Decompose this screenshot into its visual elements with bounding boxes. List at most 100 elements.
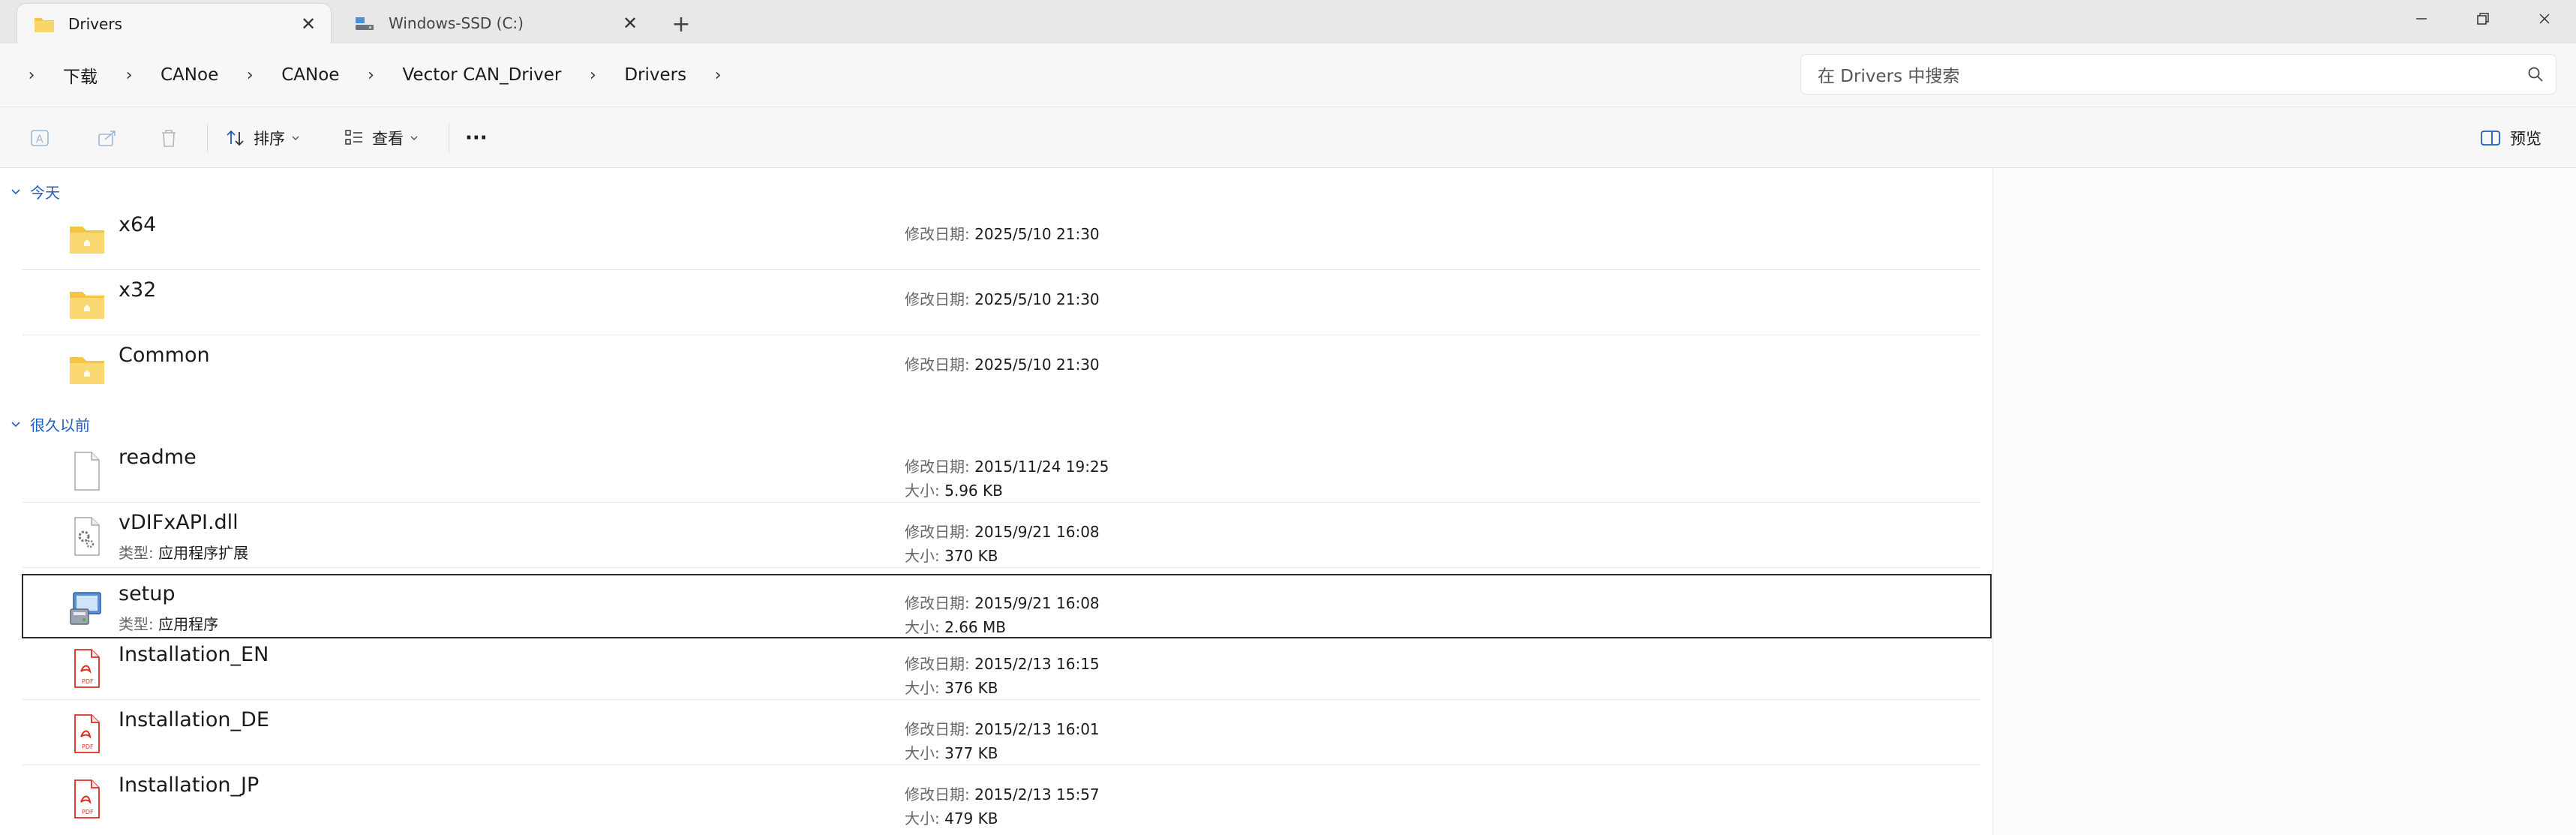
tab-label: Drivers	[68, 14, 122, 33]
chevron-right-icon[interactable]: ›	[108, 66, 150, 85]
modified-date: 修改日期: 2015/9/21 16:08	[905, 523, 1100, 541]
restore-button[interactable]	[2453, 0, 2513, 38]
tab-label: Windows-SSD (C:)	[389, 14, 524, 32]
folder-icon	[68, 283, 107, 325]
sort-button[interactable]: 排序	[225, 121, 300, 155]
more-options-button[interactable]: ···	[465, 121, 488, 155]
file-size: 大小: 370 KB	[905, 547, 998, 565]
view-list-icon	[344, 128, 365, 149]
modified-date: 修改日期: 2025/5/10 21:30	[905, 225, 1100, 243]
breadcrumb-item[interactable]: Vector CAN_Driver	[392, 65, 572, 85]
close-tab-icon[interactable]: ✕	[615, 8, 645, 38]
delete-button[interactable]	[158, 121, 180, 155]
chevron-right-icon[interactable]: ›	[11, 66, 53, 85]
chevron-down-icon	[11, 186, 27, 197]
modified-date: 修改日期: 2015/2/13 15:57	[905, 785, 1100, 803]
file-name: x32	[119, 278, 157, 302]
folder-icon	[68, 348, 107, 390]
search-icon[interactable]	[2515, 66, 2556, 83]
close-window-button[interactable]	[2514, 0, 2574, 38]
list-item-file[interactable]: PDF Installation_DE 修改日期: 2015/2/13 16:0…	[23, 701, 1980, 765]
folder-icon	[34, 15, 55, 33]
list-item-file[interactable]: PDF Installation_JP 修改日期: 2015/2/13 15:5…	[23, 766, 1980, 830]
list-item-folder[interactable]: x64 修改日期: 2025/5/10 21:30	[23, 206, 1980, 270]
breadcrumb-item[interactable]: 下载	[53, 62, 108, 88]
tab-drivers[interactable]: Drivers ✕	[17, 3, 332, 44]
text-file-icon	[68, 450, 107, 492]
group-header-long-ago[interactable]: 很久以前	[11, 411, 90, 437]
file-size: 大小: 5.96 KB	[905, 482, 1003, 500]
drive-icon	[354, 14, 375, 32]
chevron-down-icon	[291, 134, 300, 143]
chevron-down-icon	[11, 419, 27, 429]
list-item-folder[interactable]: Common 修改日期: 2025/5/10 21:30	[23, 336, 1980, 401]
preview-button[interactable]: 预览	[2480, 121, 2541, 155]
file-size: 大小: 479 KB	[905, 809, 998, 827]
file-type: 类型: 应用程序	[119, 615, 219, 633]
file-name: Installation_JP	[119, 773, 260, 797]
list-item-file[interactable]: PDF Installation_EN 修改日期: 2015/2/13 16:1…	[23, 635, 1980, 700]
file-name: vDIFxAPI.dll	[119, 511, 239, 534]
pdf-file-icon: PDF	[68, 778, 107, 820]
chevron-right-icon[interactable]: ›	[350, 66, 392, 85]
minimize-button[interactable]	[2391, 0, 2451, 38]
breadcrumb-item[interactable]: CANoe	[150, 65, 229, 85]
share-icon	[96, 127, 119, 149]
folder-icon	[68, 218, 107, 260]
svg-text:PDF: PDF	[82, 743, 94, 750]
file-list: 今天 x64 修改日期: 2025/5/10 21:30 x32 修改日期: 2…	[0, 168, 1992, 835]
rename-icon: A	[29, 127, 51, 149]
modified-date: 修改日期: 2015/2/13 16:15	[905, 655, 1100, 673]
title-bar: Drivers ✕ Windows-SSD (C:) ✕ +	[0, 0, 2576, 44]
modified-date: 修改日期: 2025/5/10 21:30	[905, 290, 1100, 308]
chevron-down-icon	[410, 134, 419, 143]
sort-icon	[225, 128, 246, 149]
tab-windows-ssd[interactable]: Windows-SSD (C:) ✕	[338, 3, 653, 44]
chevron-right-icon[interactable]: ›	[229, 66, 271, 85]
address-row: › 下载 › CANoe › CANoe › Vector CAN_Driver…	[0, 44, 2576, 107]
command-bar: A 排序 查看 ··· 预览	[0, 107, 2576, 168]
breadcrumb[interactable]: › 下载 › CANoe › CANoe › Vector CAN_Driver…	[11, 54, 1788, 96]
view-button[interactable]: 查看	[344, 121, 419, 155]
search-box[interactable]: 在 Drivers 中搜索	[1800, 54, 2556, 95]
trash-icon	[158, 127, 180, 149]
chevron-right-icon[interactable]: ›	[572, 66, 614, 85]
breadcrumb-item[interactable]: CANoe	[271, 65, 350, 85]
new-tab-button[interactable]: +	[663, 8, 699, 41]
view-label: 查看	[372, 130, 404, 148]
group-header-today[interactable]: 今天	[11, 179, 60, 204]
file-name: Installation_EN	[119, 643, 269, 666]
file-size: 大小: 2.66 MB	[905, 618, 1006, 636]
modified-date: 修改日期: 2015/11/24 19:25	[905, 458, 1109, 476]
list-item-folder[interactable]: x32 修改日期: 2025/5/10 21:30	[23, 271, 1980, 335]
group-title: 今天	[30, 183, 60, 202]
file-name: readme	[119, 446, 197, 469]
chevron-right-icon[interactable]: ›	[697, 66, 739, 85]
list-item-file[interactable]: vDIFxAPI.dll 类型: 应用程序扩展 修改日期: 2015/9/21 …	[23, 503, 1980, 568]
share-button[interactable]	[96, 121, 119, 155]
rename-button[interactable]: A	[29, 121, 51, 155]
pdf-file-icon: PDF	[68, 647, 107, 689]
search-input[interactable]: 在 Drivers 中搜索	[1801, 62, 2515, 87]
svg-text:PDF: PDF	[82, 678, 94, 685]
group-title: 很久以前	[30, 416, 90, 434]
preview-pane-icon	[2480, 129, 2501, 147]
file-name: x64	[119, 213, 157, 236]
pdf-file-icon: PDF	[68, 713, 107, 755]
breadcrumb-item[interactable]: Drivers	[614, 65, 697, 85]
list-item-file[interactable]: readme 修改日期: 2015/11/24 19:25 大小: 5.96 K…	[23, 438, 1980, 503]
list-item-file-selected[interactable]: setup 类型: 应用程序 修改日期: 2015/9/21 16:08 大小:…	[22, 574, 1992, 638]
file-size: 大小: 377 KB	[905, 744, 998, 762]
svg-text:A: A	[36, 134, 44, 146]
modified-date: 修改日期: 2015/2/13 16:01	[905, 720, 1100, 738]
modified-date: 修改日期: 2025/5/10 21:30	[905, 356, 1100, 374]
setup-exe-icon	[68, 587, 107, 629]
close-tab-icon[interactable]: ✕	[293, 9, 323, 39]
file-name: Installation_DE	[119, 708, 269, 731]
file-name: setup	[119, 582, 176, 605]
file-size: 大小: 376 KB	[905, 679, 998, 697]
sort-label: 排序	[254, 130, 285, 148]
preview-label: 预览	[2510, 130, 2541, 148]
svg-text:PDF: PDF	[82, 809, 94, 815]
file-name: Common	[119, 344, 210, 367]
